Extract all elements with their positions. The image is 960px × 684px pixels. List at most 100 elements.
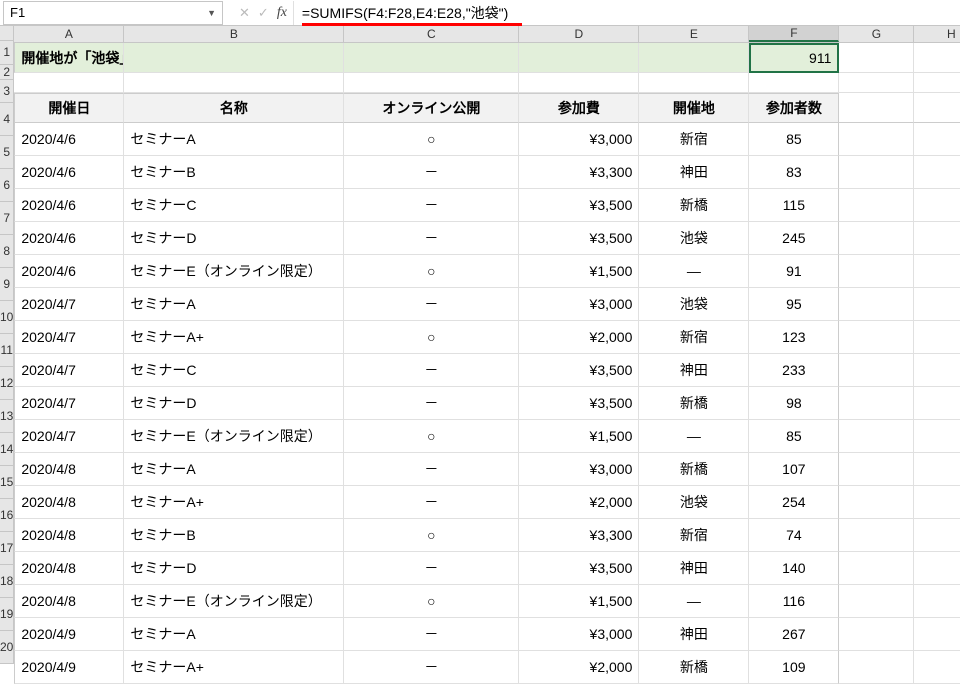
cell[interactable] bbox=[914, 552, 960, 585]
cell[interactable]: ― bbox=[639, 420, 749, 453]
row-header[interactable]: 20 bbox=[0, 631, 13, 664]
cell[interactable]: 新宿 bbox=[639, 321, 749, 354]
cell[interactable] bbox=[914, 255, 960, 288]
cell[interactable]: 新宿 bbox=[639, 519, 749, 552]
cell[interactable]: セミナーD bbox=[124, 222, 344, 255]
cell[interactable] bbox=[344, 73, 519, 93]
cell[interactable]: ¥3,500 bbox=[519, 552, 639, 585]
cell[interactable]: 83 bbox=[749, 156, 839, 189]
cell[interactable]: 2020/4/9 bbox=[14, 651, 124, 684]
cell[interactable] bbox=[839, 123, 914, 156]
cell[interactable]: セミナーC bbox=[124, 189, 344, 222]
cell[interactable] bbox=[839, 156, 914, 189]
cancel-icon[interactable]: ✕ bbox=[239, 5, 250, 21]
cell[interactable]: 254 bbox=[749, 486, 839, 519]
cell[interactable]: ¥2,000 bbox=[519, 651, 639, 684]
cell[interactable] bbox=[14, 73, 124, 93]
cell[interactable]: 98 bbox=[749, 387, 839, 420]
cell[interactable]: － bbox=[344, 189, 519, 222]
row-header[interactable]: 1 bbox=[0, 41, 13, 64]
row-header[interactable]: 9 bbox=[0, 268, 13, 301]
cell[interactable] bbox=[749, 73, 839, 93]
cell[interactable] bbox=[839, 189, 914, 222]
cell[interactable]: 140 bbox=[749, 552, 839, 585]
cell[interactable]: 91 bbox=[749, 255, 839, 288]
cell[interactable]: － bbox=[344, 354, 519, 387]
cell[interactable]: 95 bbox=[749, 288, 839, 321]
row-header[interactable]: 18 bbox=[0, 565, 13, 598]
cell[interactable]: 2020/4/6 bbox=[14, 222, 124, 255]
cell[interactable]: 2020/4/7 bbox=[14, 354, 124, 387]
cell[interactable]: セミナーB bbox=[124, 519, 344, 552]
cell[interactable] bbox=[839, 387, 914, 420]
cell[interactable]: － bbox=[344, 651, 519, 684]
cell[interactable] bbox=[519, 73, 639, 93]
cell[interactable] bbox=[914, 156, 960, 189]
cell[interactable]: 2020/4/6 bbox=[14, 255, 124, 288]
cell[interactable]: 2020/4/8 bbox=[14, 453, 124, 486]
chevron-down-icon[interactable]: ▼ bbox=[207, 8, 216, 18]
cell[interactable]: 2020/4/7 bbox=[14, 387, 124, 420]
cell[interactable]: セミナーA bbox=[124, 288, 344, 321]
row-header[interactable]: 10 bbox=[0, 301, 13, 334]
cell[interactable]: ¥3,500 bbox=[519, 387, 639, 420]
cell[interactable]: 参加費 bbox=[519, 93, 639, 123]
cell[interactable] bbox=[839, 552, 914, 585]
cell[interactable]: 2020/4/7 bbox=[14, 420, 124, 453]
cell[interactable]: ○ bbox=[344, 420, 519, 453]
row-header[interactable]: 4 bbox=[0, 103, 13, 136]
cell[interactable]: 池袋 bbox=[639, 222, 749, 255]
cell[interactable]: セミナーD bbox=[124, 387, 344, 420]
cell[interactable]: 74 bbox=[749, 519, 839, 552]
cell[interactable] bbox=[839, 222, 914, 255]
selected-cell[interactable]: 911 bbox=[749, 43, 839, 73]
row-header[interactable]: 7 bbox=[0, 202, 13, 235]
col-header[interactable]: E bbox=[639, 26, 749, 42]
cell[interactable]: 2020/4/8 bbox=[14, 585, 124, 618]
cell[interactable]: ¥1,500 bbox=[519, 585, 639, 618]
row-header[interactable]: 8 bbox=[0, 235, 13, 268]
cell[interactable]: 2020/4/8 bbox=[14, 519, 124, 552]
cell[interactable]: ¥3,000 bbox=[519, 618, 639, 651]
cell[interactable]: 115 bbox=[749, 189, 839, 222]
col-header[interactable]: B bbox=[124, 26, 344, 42]
cell[interactable]: 新橋 bbox=[639, 651, 749, 684]
cell[interactable]: セミナーA bbox=[124, 453, 344, 486]
cell[interactable] bbox=[839, 453, 914, 486]
fx-icon[interactable]: fx bbox=[277, 5, 287, 21]
cell[interactable]: ¥2,000 bbox=[519, 321, 639, 354]
name-box[interactable]: F1 ▼ bbox=[3, 1, 223, 25]
select-all-corner[interactable] bbox=[0, 26, 13, 41]
cell[interactable] bbox=[914, 222, 960, 255]
cell[interactable]: ¥1,500 bbox=[519, 420, 639, 453]
cell[interactable]: 2020/4/6 bbox=[14, 123, 124, 156]
row-header[interactable]: 13 bbox=[0, 400, 13, 433]
cell[interactable]: 2020/4/6 bbox=[14, 156, 124, 189]
cell[interactable]: ¥3,000 bbox=[519, 453, 639, 486]
cell[interactable]: 85 bbox=[749, 420, 839, 453]
cell[interactable] bbox=[519, 43, 639, 73]
cell[interactable]: 新橋 bbox=[639, 387, 749, 420]
cell[interactable] bbox=[914, 486, 960, 519]
cell[interactable] bbox=[839, 73, 914, 93]
cell[interactable]: 名称 bbox=[124, 93, 344, 123]
cell[interactable] bbox=[914, 321, 960, 354]
cell[interactable] bbox=[839, 43, 914, 73]
cell[interactable]: セミナーE（オンライン限定） bbox=[124, 255, 344, 288]
row-header[interactable]: 14 bbox=[0, 433, 13, 466]
cell[interactable]: － bbox=[344, 156, 519, 189]
cell[interactable] bbox=[839, 354, 914, 387]
cell[interactable]: 109 bbox=[749, 651, 839, 684]
cell[interactable]: 開催日 bbox=[14, 93, 124, 123]
cell[interactable]: － bbox=[344, 288, 519, 321]
cell[interactable]: 神田 bbox=[639, 618, 749, 651]
cell[interactable]: 2020/4/7 bbox=[14, 288, 124, 321]
col-header[interactable]: D bbox=[519, 26, 639, 42]
cell[interactable]: 新宿 bbox=[639, 123, 749, 156]
cell[interactable]: 123 bbox=[749, 321, 839, 354]
col-header[interactable]: H bbox=[914, 26, 960, 42]
cell[interactable]: 2020/4/8 bbox=[14, 552, 124, 585]
cell[interactable] bbox=[839, 420, 914, 453]
cell[interactable]: 2020/4/6 bbox=[14, 189, 124, 222]
cell[interactable]: セミナーC bbox=[124, 354, 344, 387]
